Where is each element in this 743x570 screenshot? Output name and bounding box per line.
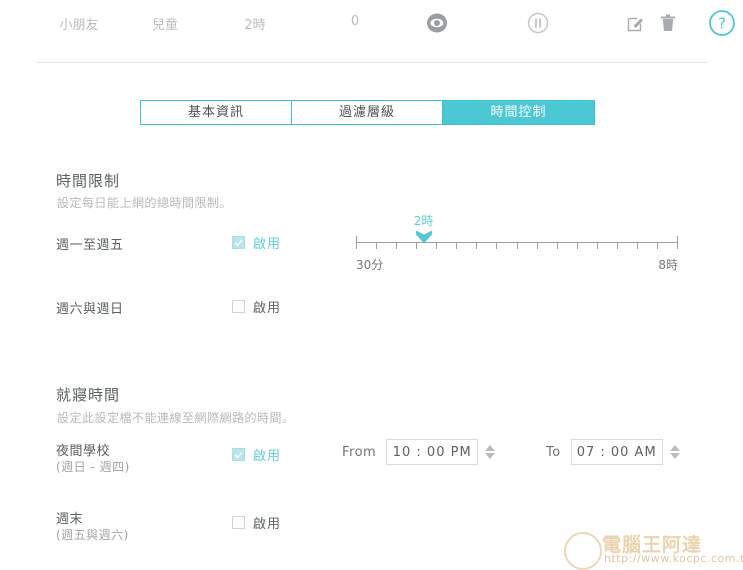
eye-icon[interactable] [423,9,451,37]
pause-icon[interactable] [524,9,552,37]
header-divider [36,62,708,63]
slider-tick [677,243,678,249]
tab-time-control[interactable]: 時間控制 [443,101,594,124]
from-caption: From [342,444,377,460]
weekend-night-enable-label: 啟用 [253,517,282,532]
profile-group: 兒童 [151,18,178,33]
slider-endcap-right [677,236,678,243]
weekend-enable-checkbox[interactable]: 啟用 [232,297,281,316]
school-night-enable-checkbox[interactable]: 啟用 [232,445,281,464]
slider-tick [476,243,477,249]
weekday-enable-checkbox[interactable]: 啟用 [232,233,281,252]
profile-summary-bar: 小朋友 兒童 2時 0 ? [0,0,743,47]
school-night-sublabel: (週日 - 週四) [56,460,130,474]
weekend-night-enable-checkbox[interactable]: 啟用 [232,513,281,532]
edit-icon[interactable] [622,9,650,37]
slider-tick [356,243,357,249]
slider-tick [657,243,658,249]
slider-tick [496,243,497,249]
profile-device-count: 0 [350,14,360,29]
slider-max-label: 8時 [658,258,678,272]
slider-tick [597,243,598,249]
watermark-brand: 電腦王阿達 [602,534,703,556]
svg-text:?: ? [718,15,726,33]
daily-time-slider[interactable]: 2時 30分 8時 [356,210,678,272]
slider-tick [537,243,538,249]
weekday-enable-label: 啟用 [253,237,282,252]
time-limit-subtitle: 設定每日能上網的總時間限制。 [57,196,233,210]
profile-name: 小朋友 [59,18,99,33]
tab-filter-level[interactable]: 過濾層級 [292,101,443,124]
help-icon[interactable]: ? [708,9,736,37]
weekday-row-label: 週一至週五 [56,238,124,253]
bedtime-title: 就寢時間 [56,386,121,404]
chevron-up-icon[interactable] [485,445,496,451]
trash-icon[interactable] [654,9,682,37]
slider-tick [456,243,457,249]
weekend-enable-label: 啟用 [253,301,282,316]
slider-tick [517,243,518,249]
slider-tick [436,243,437,249]
to-time-group: To 07 : 00 AM [546,439,680,465]
watermark-url: http://www.kocpc.com.tw [604,552,743,565]
site-watermark: 電腦王阿達 http://www.kocpc.com.tw [560,530,743,570]
chevron-down-icon[interactable] [485,453,496,459]
slider-min-label: 30分 [356,258,384,272]
weekend-night-sublabel: (週五與週六) [56,528,129,542]
school-night-enable-label: 啟用 [253,449,282,464]
checkbox-box-checked [232,236,245,249]
bedtime-subtitle: 設定此設定檔不能連線至網際網路的時間。 [57,411,295,425]
chevron-down-icon[interactable] [669,453,680,459]
mascot-icon [564,532,602,570]
from-time-spinner[interactable] [485,445,496,459]
time-limit-title: 時間限制 [56,172,121,190]
slider-tick [376,243,377,249]
slider-tick [416,243,417,249]
tab-basic-info[interactable]: 基本資訊 [141,101,292,124]
weekend-row-label: 週六與週日 [56,302,124,317]
from-time-group: From 10 : 00 PM [342,439,496,465]
school-night-label: 夜間學校 [56,444,111,459]
slider-tick [617,243,618,249]
slider-tick [637,243,638,249]
settings-tabs: 基本資訊 過濾層級 時間控制 [140,100,595,125]
checkbox-box-unchecked [232,300,245,313]
to-time-field[interactable]: 07 : 00 AM [570,439,663,465]
checkbox-box-unchecked [232,516,245,529]
to-time-spinner[interactable] [669,445,680,459]
slider-tick [396,243,397,249]
slider-tick [577,243,578,249]
chevron-up-icon[interactable] [669,445,680,451]
to-caption: To [546,444,561,460]
slider-value-label: 2時 [413,214,434,228]
slider-endcap-left [356,236,357,243]
from-time-field[interactable]: 10 : 00 PM [386,439,479,465]
weekend-night-label: 週末 [56,512,84,527]
slider-tick [557,243,558,249]
profile-time-limit: 2時 [244,18,266,33]
checkbox-box-checked [232,448,245,461]
